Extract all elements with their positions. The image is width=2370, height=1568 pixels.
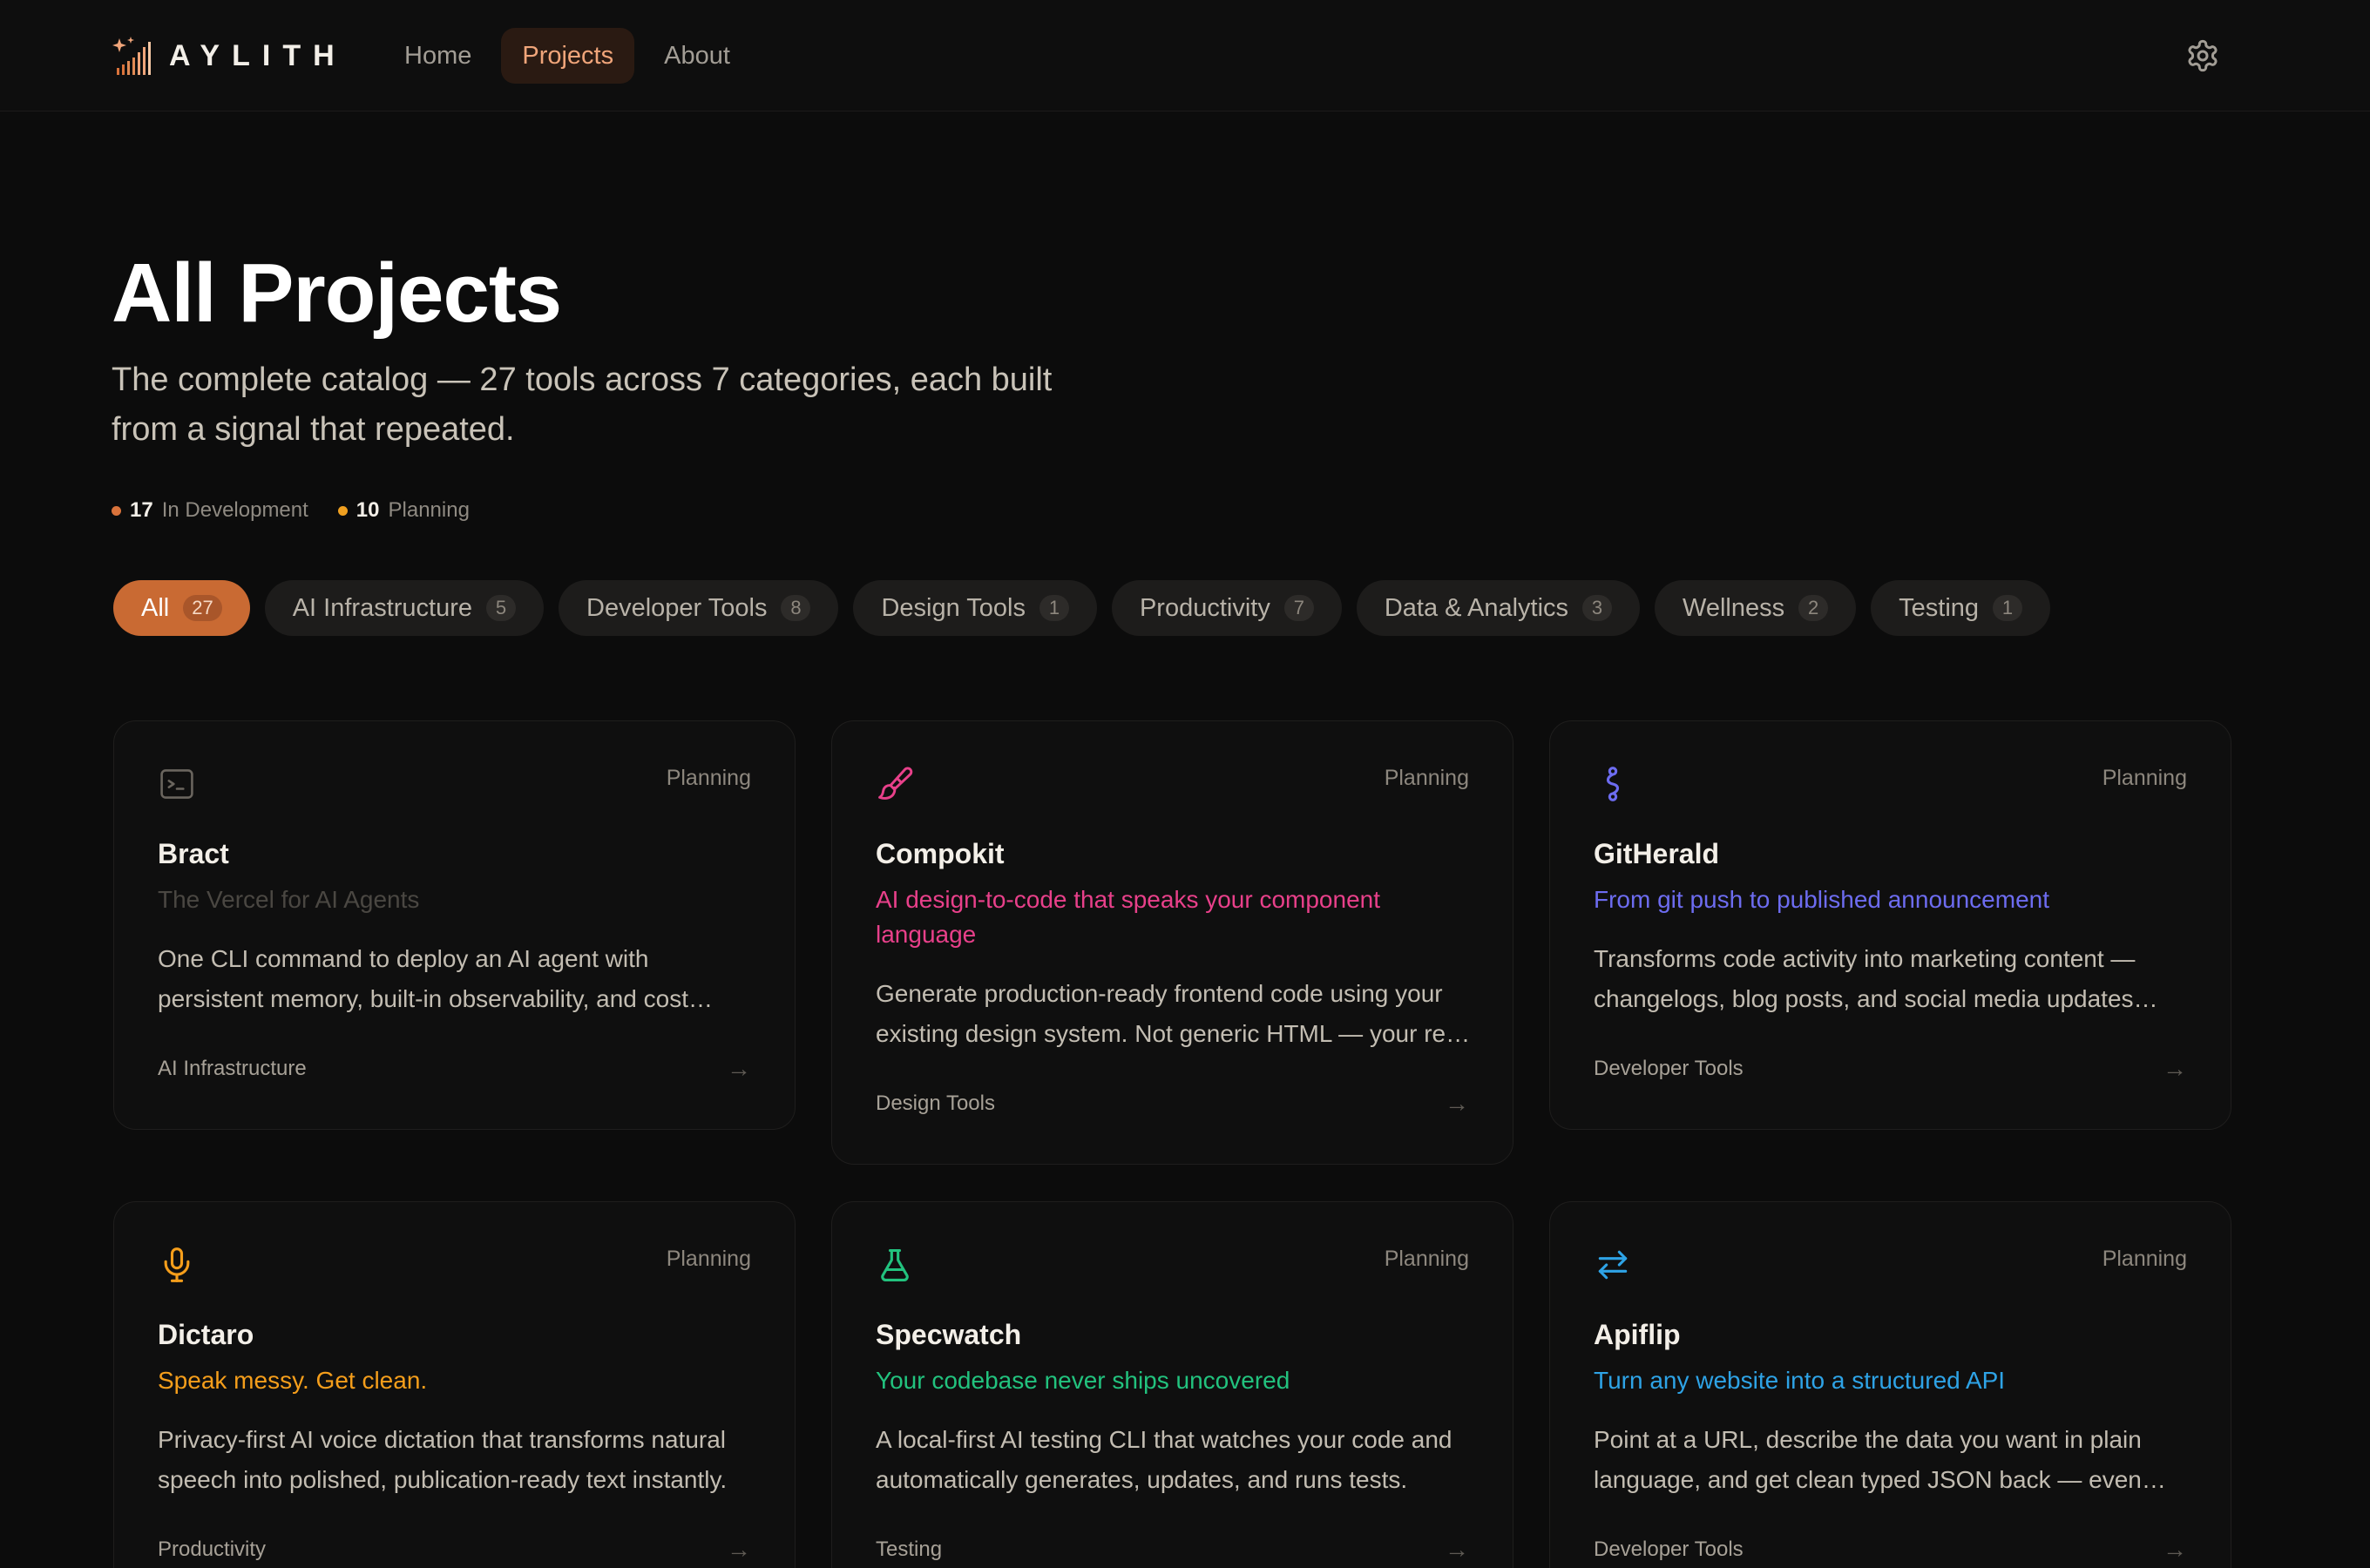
status-badge: Planning xyxy=(2102,766,2187,790)
project-tagline: Speak messy. Get clean. xyxy=(158,1367,428,1394)
filter-design-tools[interactable]: Design Tools 1 xyxy=(853,580,1097,636)
filter-label: Wellness xyxy=(1683,593,1785,622)
filter-label: Design Tools xyxy=(881,593,1026,622)
filter-testing[interactable]: Testing 1 xyxy=(1871,580,2051,636)
project-tagline: The Vercel for AI Agents xyxy=(158,886,420,913)
stat-label: Planning xyxy=(388,498,470,522)
filter-count: 2 xyxy=(1798,595,1829,621)
nav-about[interactable]: About xyxy=(643,28,751,84)
git-branch-icon xyxy=(1606,767,1620,801)
project-description: Privacy-first AI voice dictation that tr… xyxy=(158,1426,728,1493)
project-card-bract[interactable]: Planning Bract The Vercel for AI Agents … xyxy=(113,720,796,1130)
filter-wellness[interactable]: Wellness 2 xyxy=(1655,580,1857,636)
status-badge: Planning xyxy=(2102,1247,2187,1271)
filter-ai-infrastructure[interactable]: AI Infrastructure 5 xyxy=(264,580,545,636)
filter-count: 1 xyxy=(1039,595,1069,621)
filter-data-analytics[interactable]: Data & Analytics 3 xyxy=(1356,580,1641,636)
project-tagline: Turn any website into a structured API xyxy=(1594,1367,2006,1394)
filter-count: 7 xyxy=(1283,595,1314,621)
filter-productivity[interactable]: Productivity 7 xyxy=(1111,580,1342,636)
filter-label: Developer Tools xyxy=(586,593,768,622)
project-tagline: Your codebase never ships uncovered xyxy=(876,1367,1290,1394)
microphone-icon xyxy=(164,1247,190,1282)
project-category: Testing xyxy=(876,1538,943,1561)
filter-all[interactable]: All 27 xyxy=(113,580,250,636)
arrow-right-icon: → xyxy=(1445,1536,1469,1563)
status-badge: Planning xyxy=(1384,1247,1469,1271)
filter-count: 8 xyxy=(781,595,811,621)
gear-icon[interactable] xyxy=(2185,38,2220,73)
project-name: GitHerald xyxy=(1594,838,1720,869)
project-description: Generate production-ready frontend code … xyxy=(876,980,1465,1047)
status-badge: Planning xyxy=(666,1247,751,1271)
arrow-right-icon: → xyxy=(1445,1090,1469,1117)
flask-icon xyxy=(881,1248,909,1281)
filter-label: Data & Analytics xyxy=(1384,593,1569,622)
arrow-right-icon: → xyxy=(2163,1536,2187,1563)
filter-developer-tools[interactable]: Developer Tools 8 xyxy=(559,580,839,636)
status-badge: Planning xyxy=(1384,766,1469,790)
project-card-dictaro[interactable]: Planning Dictaro Speak messy. Get clean.… xyxy=(113,1201,796,1568)
stat-planning: 10 Planning xyxy=(337,498,470,523)
stat-label: In Development xyxy=(161,498,308,522)
sparkle-bars-logo-icon xyxy=(112,37,151,75)
filter-count: 1 xyxy=(1993,595,2023,621)
project-category: Developer Tools xyxy=(1594,1538,1744,1561)
project-card-specwatch[interactable]: Planning Specwatch Your codebase never s… xyxy=(831,1201,1513,1568)
stat-count: 10 xyxy=(356,498,380,522)
project-card-apiflip[interactable]: Planning Apiflip Turn any website into a… xyxy=(1549,1201,2231,1568)
page-subtitle: The complete catalog — 27 tools across 7… xyxy=(112,362,1053,448)
status-dot-icon xyxy=(112,505,121,516)
paintbrush-icon xyxy=(878,767,913,800)
status-badge: Planning xyxy=(666,766,751,790)
project-name: Dictaro xyxy=(158,1319,254,1350)
project-description: Point at a URL, describe the data you wa… xyxy=(1594,1426,2142,1493)
brand-logo[interactable]: AYLITH xyxy=(112,33,347,78)
swap-arrows-icon xyxy=(1598,1250,1628,1280)
filter-count: 5 xyxy=(486,595,517,621)
project-category: Design Tools xyxy=(876,1092,995,1115)
filter-label: Testing xyxy=(1899,593,1980,622)
project-card-compokit[interactable]: Planning Compokit AI design-to-code that… xyxy=(831,720,1513,1165)
project-category: Productivity xyxy=(158,1538,267,1561)
main-nav: Home Projects About xyxy=(383,28,751,84)
project-category: Developer Tools xyxy=(1594,1057,1744,1080)
filter-count: 27 xyxy=(183,595,222,621)
project-card-githerald[interactable]: Planning GitHerald From git push to publ… xyxy=(1549,720,2231,1130)
project-description: One CLI command to deploy an AI agent wi… xyxy=(158,945,688,1012)
project-name: Specwatch xyxy=(876,1319,1022,1350)
project-tagline: From git push to published announcement xyxy=(1594,886,2049,913)
project-tagline: AI design-to-code that speaks your compo… xyxy=(876,886,1381,948)
brand-name: AYLITH xyxy=(169,38,347,72)
stat-count: 17 xyxy=(130,498,153,522)
category-filters: All 27 AI Infrastructure 5 Developer Too… xyxy=(113,580,2051,636)
project-description: A local-first AI testing CLI that watche… xyxy=(876,1426,1452,1493)
stat-in-development: 17 In Development xyxy=(112,498,308,523)
top-navigation-bar: AYLITH Home Projects About xyxy=(0,0,2370,112)
project-category: AI Infrastructure xyxy=(158,1057,307,1080)
project-name: Bract xyxy=(158,838,229,869)
nav-home[interactable]: Home xyxy=(383,28,492,84)
project-name: Apiflip xyxy=(1594,1319,1681,1350)
project-name: Compokit xyxy=(876,838,1005,869)
arrow-right-icon: → xyxy=(727,1536,751,1563)
project-description: Transforms code activity into marketing … xyxy=(1594,945,2136,1012)
filter-label: Productivity xyxy=(1139,593,1270,622)
status-summary: 17 In Development 10 Planning xyxy=(112,495,470,526)
nav-projects[interactable]: Projects xyxy=(501,28,635,84)
status-dot-icon xyxy=(337,505,348,516)
arrow-right-icon: → xyxy=(727,1055,751,1082)
arrow-right-icon: → xyxy=(2163,1055,2187,1082)
filter-count: 3 xyxy=(1582,595,1613,621)
filter-label: AI Infrastructure xyxy=(292,593,473,622)
page-title: All Projects xyxy=(112,247,562,340)
filter-label: All xyxy=(141,593,170,622)
terminal-icon xyxy=(160,769,193,799)
